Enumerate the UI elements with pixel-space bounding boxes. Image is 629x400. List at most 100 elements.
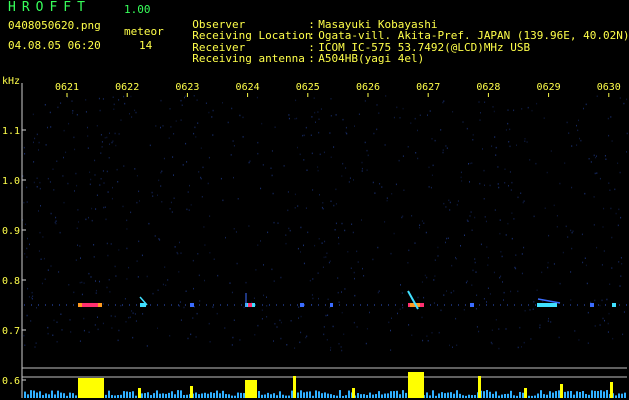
noise-speck — [73, 291, 75, 294]
noise-speck — [353, 179, 354, 181]
activity-base-bar — [27, 394, 29, 398]
noise-speck — [236, 262, 238, 265]
noise-speck — [323, 333, 325, 336]
noise-speck — [434, 275, 436, 277]
noise-speck — [484, 101, 486, 103]
noise-speck — [584, 257, 586, 259]
noise-speck — [162, 283, 164, 286]
noise-speck — [31, 291, 33, 294]
noise-speck — [611, 140, 613, 142]
noise-speck — [517, 346, 519, 349]
noise-speck — [157, 327, 158, 329]
noise-speck — [411, 215, 413, 217]
activity-base-bar — [150, 395, 152, 398]
activity-base-bar — [570, 391, 572, 398]
activity-base-bar — [75, 395, 77, 398]
activity-base-bar — [378, 391, 380, 398]
noise-speck — [118, 249, 120, 251]
noise-speck — [50, 126, 52, 128]
noise-speck — [353, 321, 355, 324]
noise-speck — [524, 138, 526, 140]
noise-speck — [593, 154, 595, 157]
noise-speck — [260, 187, 262, 190]
noise-speck — [546, 171, 548, 174]
noise-speck — [340, 346, 342, 348]
noise-speck — [335, 114, 337, 116]
noise-speck — [510, 290, 512, 293]
noise-speck — [193, 95, 195, 97]
noise-speck — [505, 129, 507, 131]
noise-speck — [52, 168, 54, 170]
noise-speck — [305, 126, 307, 129]
activity-base-bar — [111, 395, 113, 398]
noise-speck — [94, 174, 96, 176]
noise-speck — [160, 171, 162, 174]
noise-speck — [151, 191, 153, 194]
noise-speck — [519, 326, 521, 329]
noise-speck — [298, 317, 299, 319]
noise-speck — [26, 314, 28, 317]
noise-speck — [607, 117, 609, 120]
noise-speck — [113, 103, 115, 106]
noise-speck — [363, 275, 365, 277]
noise-speck — [294, 118, 296, 120]
noise-speck — [115, 275, 117, 277]
noise-speck — [63, 156, 64, 159]
noise-speck — [83, 329, 85, 332]
noise-speck — [556, 215, 558, 217]
noise-speck — [330, 98, 332, 100]
activity-base-bar — [204, 392, 206, 398]
noise-speck — [271, 268, 273, 271]
noise-speck — [330, 115, 332, 117]
noise-speck — [498, 186, 500, 189]
noise-speck — [577, 129, 579, 132]
noise-speck — [233, 319, 235, 321]
noise-speck — [203, 226, 205, 228]
noise-speck — [187, 191, 189, 193]
noise-speck — [128, 316, 130, 319]
noise-speck — [621, 263, 623, 265]
activity-base-bar — [177, 390, 179, 398]
noise-speck — [190, 333, 192, 336]
activity-base-bar — [129, 391, 131, 398]
noise-speck — [297, 205, 299, 207]
noise-speck — [330, 349, 331, 351]
noise-speck — [158, 179, 160, 182]
noise-speck — [207, 182, 209, 185]
noise-speck — [376, 104, 378, 106]
noise-speck — [559, 182, 561, 185]
noise-speck — [209, 341, 211, 343]
noise-speck — [460, 171, 462, 174]
noise-speck — [403, 189, 405, 191]
noise-speck — [123, 165, 125, 167]
noise-speck — [33, 181, 35, 184]
noise-speck — [341, 222, 343, 225]
activity-burst-bar — [408, 372, 424, 398]
activity-base-bar — [594, 390, 596, 398]
noise-speck — [615, 212, 617, 215]
noise-speck — [180, 319, 182, 321]
noise-speck — [372, 181, 374, 184]
noise-speck — [81, 293, 83, 296]
noise-speck — [350, 267, 352, 269]
noise-speck — [358, 113, 360, 115]
noise-speck — [170, 126, 172, 128]
noise-speck — [480, 112, 481, 114]
noise-speck — [287, 209, 289, 212]
noise-speck — [70, 331, 72, 333]
noise-speck — [432, 164, 434, 167]
noise-speck — [431, 138, 433, 140]
noise-speck — [88, 216, 89, 219]
noise-speck — [184, 96, 185, 99]
time-tick-label: 0630 — [597, 82, 621, 93]
activity-base-bar — [288, 395, 290, 398]
noise-speck — [474, 216, 476, 219]
noise-speck — [29, 243, 30, 246]
noise-speck — [611, 267, 613, 269]
y-tick-label: 0.7 — [2, 326, 20, 337]
noise-speck — [266, 316, 268, 318]
noise-speck — [266, 305, 268, 307]
noise-speck — [126, 247, 128, 250]
noise-speck — [109, 291, 111, 293]
noise-speck — [345, 167, 347, 169]
